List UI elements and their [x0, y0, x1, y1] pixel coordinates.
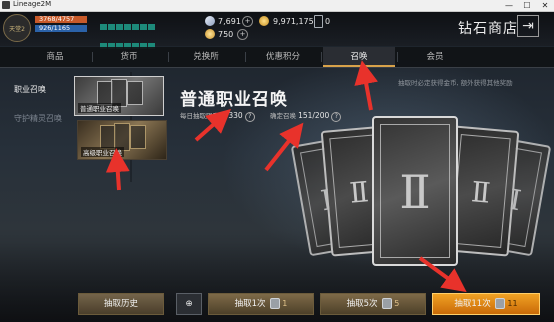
draw-5-button[interactable]: 抽取5次 5	[320, 293, 426, 315]
draw-11-cost: 11	[507, 299, 518, 308]
token-icon	[381, 298, 392, 309]
arrow-summon-tab	[354, 60, 378, 111]
arrow-advanced-thumb	[105, 148, 130, 191]
arrow-draw11	[418, 256, 467, 293]
zoom-icon[interactable]: ⊕	[176, 293, 202, 315]
draw-1-label: 抽取1次	[234, 299, 266, 309]
arrow-guarantee	[264, 122, 304, 172]
draw-1-cost: 1	[282, 299, 288, 308]
draw-history-button[interactable]: 抽取历史	[78, 293, 164, 315]
draw-5-label: 抽取5次	[346, 299, 378, 309]
draw-5-cost: 5	[394, 299, 400, 308]
token-icon	[269, 298, 280, 309]
annotation-arrows	[105, 60, 467, 293]
draw-1-button[interactable]: 抽取1次 1	[208, 293, 314, 315]
token-icon	[494, 298, 505, 309]
arrow-daily-limit	[194, 109, 231, 142]
draw-11-button[interactable]: 抽取11次 11	[432, 293, 540, 315]
draw-11-label: 抽取11次	[454, 299, 491, 309]
